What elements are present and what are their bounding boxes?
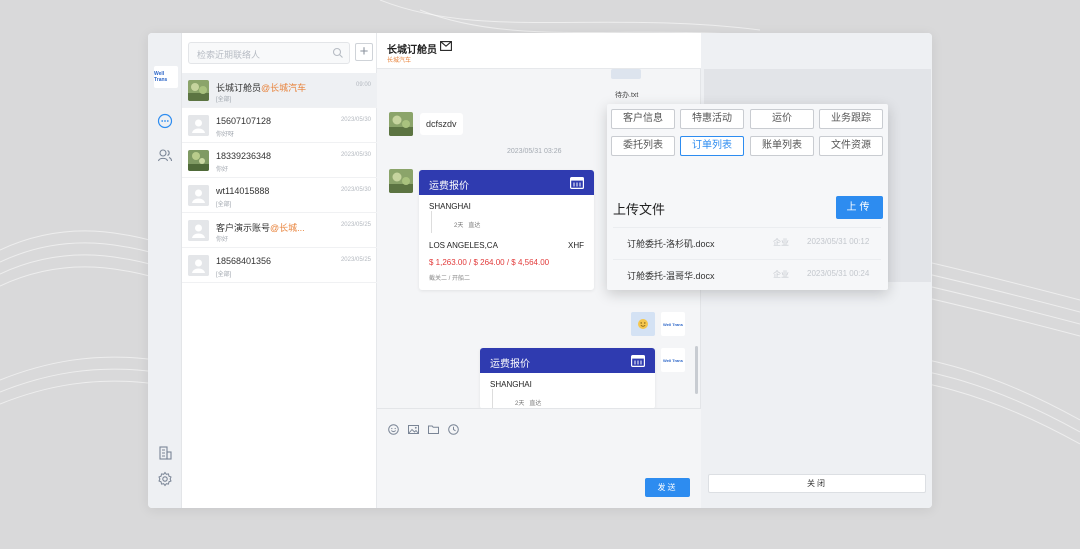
contacts-panel: 检索近期联络人 + 长城订舱员@长城汽车 [全部] 09:00 15607107… bbox=[182, 33, 377, 508]
quote-header: 运费报价 bbox=[419, 170, 594, 195]
contact-name: 客户演示账号@长城... bbox=[216, 223, 305, 233]
avatar bbox=[188, 80, 209, 101]
self-avatar: Well Trans bbox=[661, 312, 685, 336]
upload-files-label: 上传文件 bbox=[613, 202, 666, 217]
contact-preview: 你好 bbox=[216, 167, 229, 173]
contact-name: 长城订舱员@长城汽车 bbox=[216, 83, 307, 93]
search-placeholder: 检索近期联络人 bbox=[197, 50, 261, 60]
contact-name: 18568401356 bbox=[216, 256, 272, 266]
quote-pol: SHANGHAI bbox=[490, 380, 532, 389]
history-icon[interactable] bbox=[448, 424, 459, 435]
tab-freight-rates[interactable]: 运价 bbox=[750, 109, 814, 129]
contact-preview: 你好呀 bbox=[216, 132, 235, 138]
avatar bbox=[188, 255, 209, 276]
avatar bbox=[188, 150, 209, 171]
file-time: 2023/05/31 00:24 bbox=[807, 269, 870, 278]
avatar bbox=[389, 169, 413, 193]
contacts-icon[interactable] bbox=[157, 147, 173, 163]
quote-carrier: XHF bbox=[568, 241, 584, 250]
contact-time: 2023/05/30 bbox=[340, 117, 371, 123]
settings-icon[interactable] bbox=[157, 471, 173, 487]
quote-prices: $ 1,263.00 / $ 264.00 / $ 4,564.00 bbox=[429, 258, 550, 267]
add-contact-button[interactable]: + bbox=[355, 43, 373, 61]
chat-icon[interactable] bbox=[157, 113, 173, 129]
file-message-name[interactable]: 待办.txt bbox=[615, 90, 638, 100]
tab-customer-info[interactable]: 客户信息 bbox=[611, 109, 675, 129]
chat-header: 长城订舱员 长城汽车 bbox=[377, 33, 701, 69]
mail-icon[interactable] bbox=[440, 41, 452, 51]
quote-transit: 2天 直达 bbox=[431, 211, 594, 233]
file-thumbnail[interactable] bbox=[611, 69, 641, 79]
contact-time: 2023/05/25 bbox=[340, 257, 371, 263]
contact-item[interactable]: 18568401356 [全部] 2023/05/25 bbox=[182, 248, 377, 283]
file-row[interactable]: 订舱委托-洛杉矶.docx 企业 2023/05/31 00:12 bbox=[613, 227, 881, 257]
search-input[interactable]: 检索近期联络人 bbox=[188, 42, 350, 64]
smile-icon bbox=[638, 319, 648, 329]
contact-item[interactable]: 长城订舱员@长城汽车 [全部] 09:00 bbox=[182, 73, 377, 108]
avatar bbox=[188, 185, 209, 206]
file-row[interactable]: 订舱委托-温哥华.docx 企业 2023/05/31 00:24 bbox=[613, 259, 881, 289]
calendar-icon bbox=[570, 177, 584, 189]
search-icon[interactable] bbox=[332, 47, 344, 59]
contact-time: 09:00 bbox=[355, 82, 371, 88]
quote-footer: 截关二 / 开船二 bbox=[429, 276, 471, 282]
send-button[interactable]: 发送 bbox=[645, 478, 690, 497]
tab-business-tracking[interactable]: 业务跟踪 bbox=[819, 109, 883, 129]
file-name[interactable]: 订舱委托-温哥华.docx bbox=[627, 269, 715, 282]
file-owner: 企业 bbox=[773, 238, 789, 247]
contact-name: 15607107128 bbox=[216, 116, 272, 126]
freight-quote-card[interactable]: 运费报价 SHANGHAI 2天 直达 LOS ANGELES,CA XHF $ … bbox=[419, 170, 594, 290]
quote-pod: LOS ANGELES,CA XHF bbox=[429, 241, 584, 250]
text-message: dcfszdv bbox=[420, 113, 463, 135]
quote-header: 运费报价 bbox=[480, 348, 655, 373]
image-icon[interactable] bbox=[408, 424, 419, 435]
tab-file-resources[interactable]: 文件资源 bbox=[819, 136, 883, 156]
contact-time: 2023/05/30 bbox=[340, 152, 371, 158]
contact-name: 18339236348 bbox=[216, 151, 272, 161]
chat-org: 长城汽车 bbox=[387, 58, 412, 64]
chat-scrollbar[interactable] bbox=[695, 346, 698, 394]
file-time: 2023/05/31 00:12 bbox=[807, 237, 870, 246]
chat-title: 长城订舱员 bbox=[387, 45, 437, 56]
contact-preview: [全部] bbox=[216, 272, 232, 278]
tab-commission-list[interactable]: 委托列表 bbox=[611, 136, 675, 156]
calendar-icon bbox=[631, 355, 645, 367]
contact-item[interactable]: wt114015888 [全部] 2023/05/30 bbox=[182, 178, 377, 213]
file-owner: 企业 bbox=[773, 270, 789, 279]
tab-bill-list[interactable]: 账单列表 bbox=[750, 136, 814, 156]
tab-order-list[interactable]: 订单列表 bbox=[680, 136, 744, 156]
close-button[interactable]: 关闭 bbox=[708, 474, 926, 493]
contact-name: wt114015888 bbox=[216, 186, 270, 196]
icon-rail: Well Trans bbox=[148, 33, 182, 508]
contact-item[interactable]: 15607107128 你好呀 2023/05/30 bbox=[182, 108, 377, 143]
contact-preview: [全部] bbox=[216, 202, 232, 208]
message-composer[interactable]: 发送 bbox=[377, 408, 701, 508]
folder-icon[interactable] bbox=[428, 424, 439, 435]
quote-transit: 2天 直达 bbox=[492, 389, 655, 409]
contact-item[interactable]: 18339236348 你好 2023/05/30 bbox=[182, 143, 377, 178]
emoji-icon[interactable] bbox=[388, 424, 399, 435]
upload-button[interactable]: 上传 bbox=[836, 196, 883, 219]
customer-tools-popup: 客户信息 特惠活动 运价 业务跟踪 委托列表 订单列表 账单列表 文件资源 上传… bbox=[607, 104, 888, 290]
contact-item[interactable]: 客户演示账号@长城... 你好 2023/05/25 bbox=[182, 213, 377, 248]
self-avatar: Well Trans bbox=[661, 348, 685, 372]
contact-preview: [全部] bbox=[216, 97, 232, 103]
tab-promotions[interactable]: 特惠活动 bbox=[680, 109, 744, 129]
quote-pol: SHANGHAI bbox=[429, 202, 471, 211]
file-name[interactable]: 订舱委托-洛杉矶.docx bbox=[627, 237, 715, 250]
contact-list: 长城订舱员@长城汽车 [全部] 09:00 15607107128 你好呀 20… bbox=[182, 73, 377, 283]
freight-quote-card[interactable]: 运费报价 SHANGHAI 2天 直达 bbox=[480, 348, 655, 409]
contact-time: 2023/05/30 bbox=[340, 187, 371, 193]
avatar bbox=[188, 115, 209, 136]
message-timestamp: 2023/05/31 03:26 bbox=[507, 148, 562, 155]
avatar bbox=[188, 220, 209, 241]
contact-time: 2023/05/25 bbox=[340, 222, 371, 228]
contact-preview: 你好 bbox=[216, 237, 229, 243]
building-icon[interactable] bbox=[157, 445, 173, 461]
avatar bbox=[389, 112, 413, 136]
emoji-message bbox=[631, 312, 655, 336]
app-logo: Well Trans bbox=[154, 66, 178, 88]
